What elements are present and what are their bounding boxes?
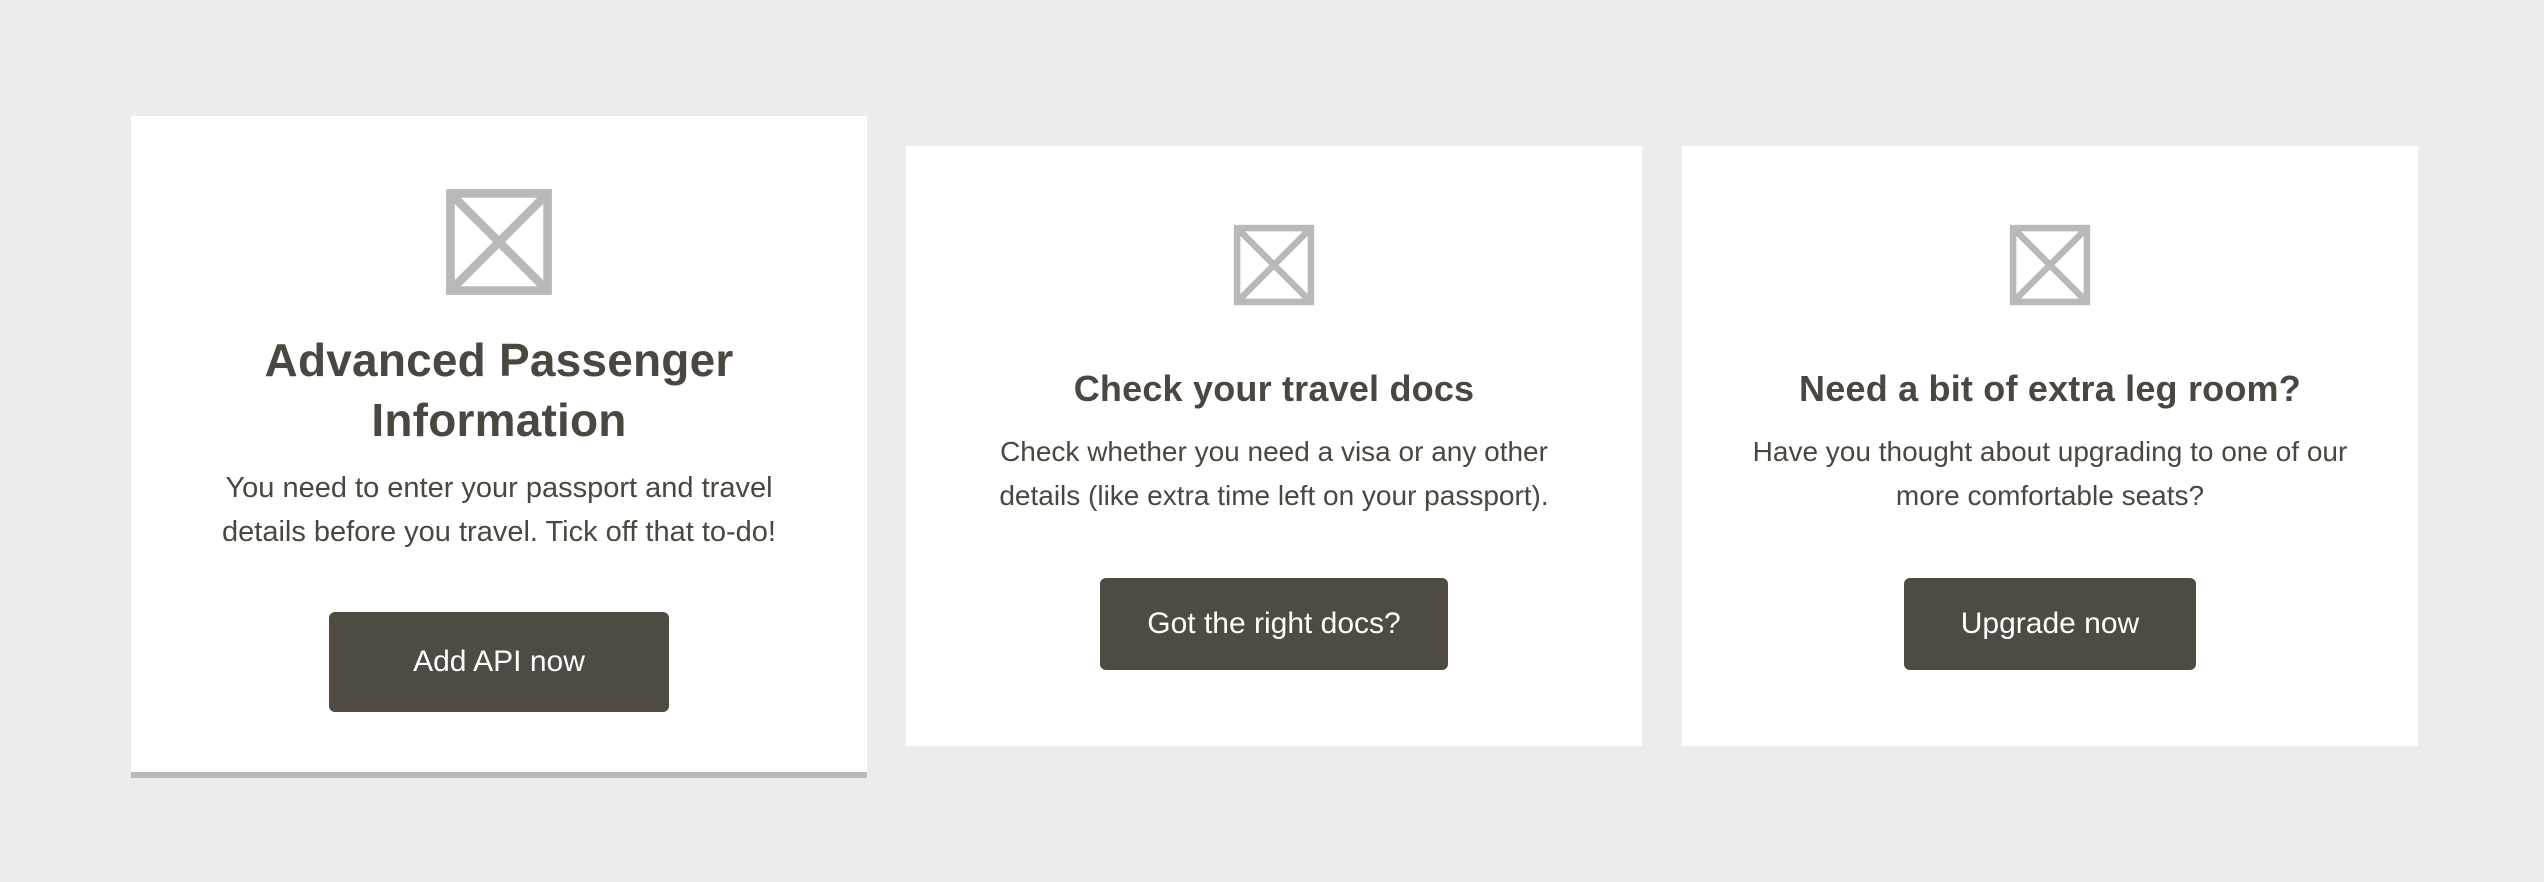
legroom-card: Need a bit of extra leg room? Have you t… bbox=[1682, 146, 2418, 746]
image-placeholder-icon bbox=[446, 189, 552, 295]
travel-docs-card: Check your travel docs Check whether you… bbox=[906, 146, 1642, 746]
card-title: Check your travel docs bbox=[1073, 368, 1475, 409]
card-description: Have you thought about upgrading to one … bbox=[1752, 436, 2348, 511]
card-title: Advanced Passenger Information bbox=[264, 334, 734, 446]
card-description: You need to enter your passport and trav… bbox=[222, 472, 776, 548]
upgrade-button[interactable]: Upgrade now bbox=[1904, 578, 2196, 670]
card-title: Need a bit of extra leg room? bbox=[1799, 368, 2301, 409]
image-placeholder-icon bbox=[1233, 224, 1315, 306]
api-card: Advanced Passenger Information You need … bbox=[131, 116, 867, 778]
image-placeholder-icon bbox=[2009, 224, 2091, 306]
card-description: Check whether you need a visa or any oth… bbox=[999, 436, 1549, 511]
check-docs-button[interactable]: Got the right docs? bbox=[1100, 578, 1448, 670]
add-api-button[interactable]: Add API now bbox=[329, 612, 669, 712]
